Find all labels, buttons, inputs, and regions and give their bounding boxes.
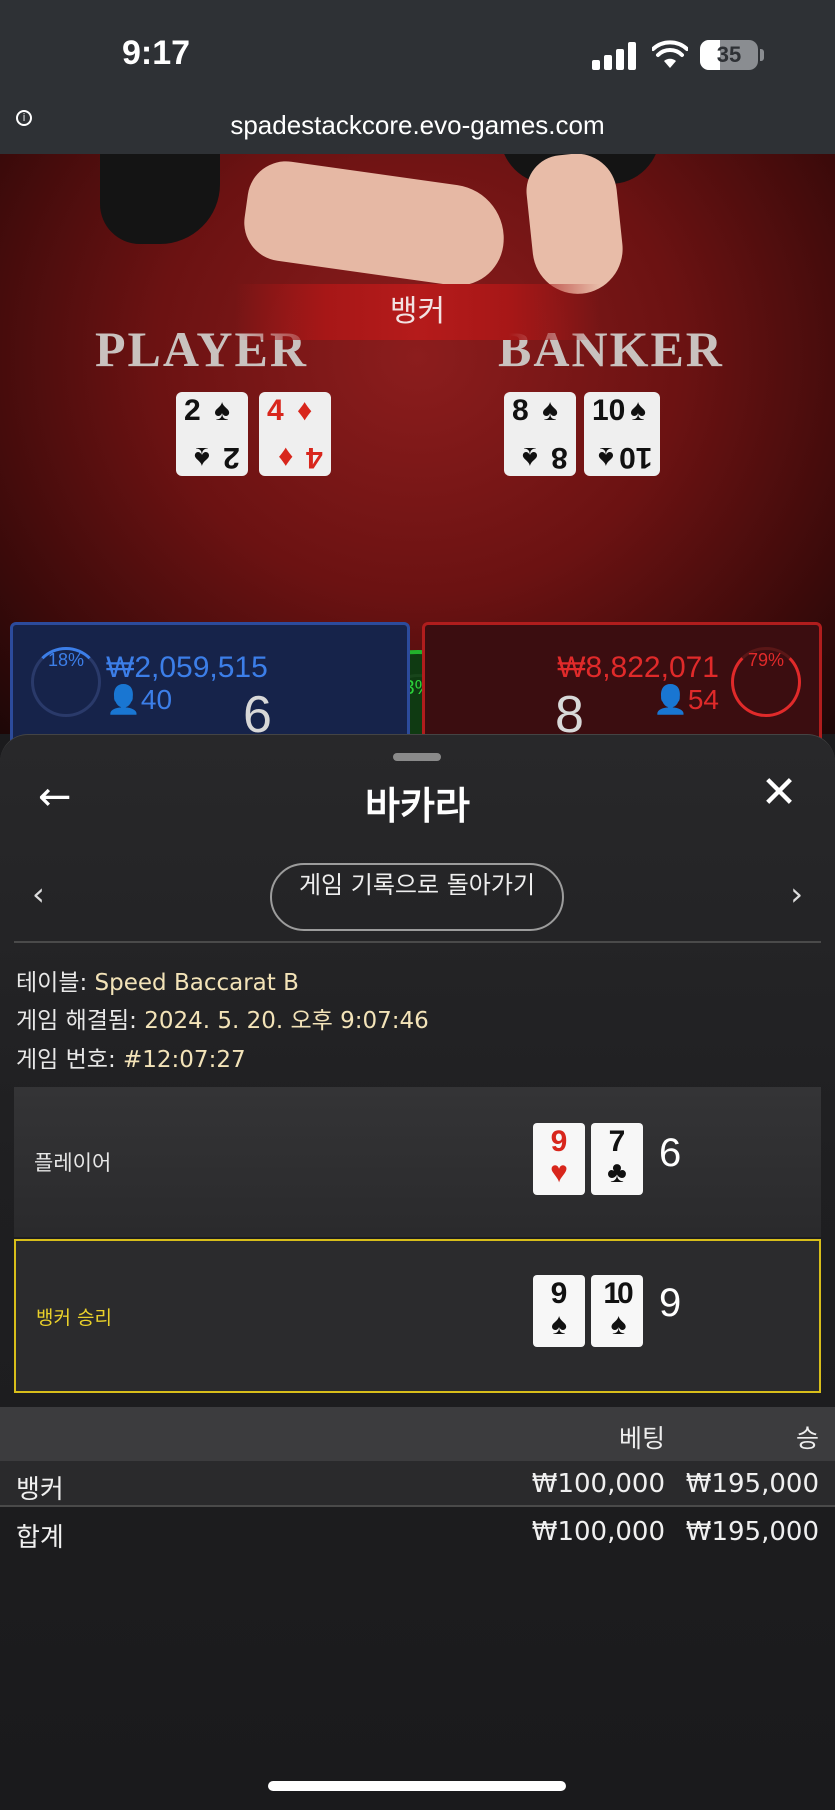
battery-level: 35 (716, 42, 742, 67)
banker-card-2: 10 ♠ (591, 1275, 643, 1347)
dealer-hand-left (239, 156, 511, 292)
resolved-info: 게임 해결됨: 2024. 5. 20. 오후 9:07:46 (16, 1008, 429, 1034)
column-bet: 베팅 (618, 1424, 665, 1453)
home-indicator[interactable] (268, 1781, 566, 1791)
back-to-history-button[interactable]: 게임 기록으로 돌아가기 (270, 863, 564, 931)
banker-bet-spot[interactable]: 8 ₩8,822,071 👤54 79% (422, 622, 822, 744)
player-card-2: 7 ♣ (591, 1123, 643, 1195)
table-card-player-2: 4 ♦ 4 ♦ (259, 392, 331, 476)
cellular-signal-icon (592, 42, 636, 70)
game-number: #12:07:27 (123, 1047, 246, 1073)
table-row: 뱅커 ₩100,000 ₩195,000 (0, 1461, 835, 1507)
player-hand-label: 플레이어 (34, 1151, 112, 1175)
sheet-title: 바카라 (365, 784, 470, 828)
battery-icon: 35 (700, 40, 758, 70)
bet-amount: ₩100,000 (531, 1469, 665, 1499)
close-icon[interactable]: ✕ (759, 771, 799, 815)
banker-hand-score: 9 (659, 1281, 682, 1325)
prev-round-chevron-icon[interactable]: ‹ (32, 875, 45, 913)
bets-table-header: 베팅 승 (0, 1407, 835, 1461)
total-bet-amount: ₩100,000 (531, 1517, 665, 1547)
player-hand-score: 6 (659, 1131, 682, 1175)
table-name: Speed Baccarat B (94, 970, 299, 996)
total-win-amount: ₩195,000 (685, 1517, 819, 1547)
table-card-banker-1: 8 ♠ 8 ♠ (504, 392, 576, 476)
banker-percent: 79% (731, 647, 801, 717)
banker-card-1: 9 ♠ (533, 1275, 585, 1347)
status-time: 9:17 (122, 34, 191, 72)
banker-win-label: 뱅커 승리 (36, 1307, 112, 1329)
table-card-player-1: 2 ♠ 2 ♠ (176, 392, 248, 476)
table-info: 테이블: Speed Baccarat B (16, 970, 299, 996)
next-round-chevron-icon[interactable]: › (790, 875, 803, 913)
divider (14, 941, 821, 943)
banker-bettor-count: 👤54 (652, 684, 719, 715)
banker-hand-row: 뱅커 승리 9 ♠ 10 ♠ 9 (14, 1239, 821, 1393)
info-icon: i (16, 110, 32, 126)
dealer-arm (100, 154, 220, 244)
player-total-bet: ₩2,059,515 (106, 651, 268, 684)
resolved-time: 2024. 5. 20. 오후 9:07:46 (144, 1008, 429, 1034)
column-win: 승 (795, 1424, 819, 1453)
table-card-banker-2: 10 ♠ 10 ♠ (584, 392, 660, 476)
player-card-1: 9 ♥ (533, 1123, 585, 1195)
game-number-info: 게임 번호: #12:07:27 (16, 1047, 246, 1073)
player-bet-spot[interactable]: 18% ₩2,059,515 👤40 6 (10, 622, 410, 744)
person-icon: 👤 (106, 684, 141, 715)
address-bar[interactable]: i spadestackcore.evo-games.com (0, 110, 835, 154)
win-amount: ₩195,000 (685, 1469, 819, 1499)
player-bettor-count: 👤40 (106, 684, 173, 715)
result-banner: 뱅커 (235, 284, 600, 340)
banker-total-bet: ₩8,822,071 (557, 651, 719, 684)
status-bar: 9:17 35 (0, 0, 835, 110)
player-hand-row: 플레이어 9 ♥ 7 ♣ 6 (14, 1087, 821, 1237)
url-text: spadestackcore.evo-games.com (230, 110, 605, 140)
table-row-total: 합계 ₩100,000 ₩195,000 (0, 1509, 835, 1555)
player-percent: 18% (31, 647, 101, 717)
history-detail-sheet: ← 바카라 ✕ ‹ 게임 기록으로 돌아가기 › 테이블: Speed Bacc… (0, 734, 835, 1810)
dealer-hand-right (522, 154, 628, 299)
total-label: 합계 (16, 1523, 64, 1553)
wifi-icon (652, 40, 688, 68)
person-icon: 👤 (652, 684, 688, 715)
sheet-grabber[interactable] (393, 753, 441, 761)
bet-name: 뱅커 (16, 1475, 64, 1505)
